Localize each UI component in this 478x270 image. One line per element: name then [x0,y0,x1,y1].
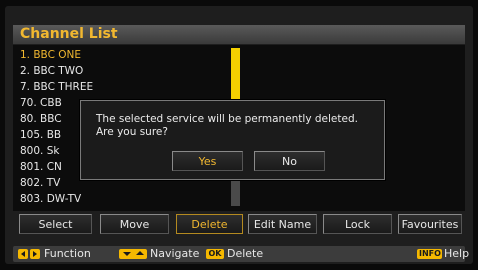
dialog-message-line: The selected service will be permanently… [96,113,358,125]
channel-item[interactable]: 70. CBB [20,97,62,110]
ok-key-icon: OK [206,249,224,259]
channel-item[interactable]: 1. BBC ONE [20,49,81,62]
select-button[interactable]: Select [19,214,92,234]
channel-item[interactable]: 7. BBC THREE [20,81,93,94]
title-bar: Channel List [13,25,465,44]
yes-button[interactable]: Yes [172,151,243,171]
page-title: Channel List [20,26,118,42]
dialog-question: Are you sure? [96,126,168,138]
dialog-message: The selected service will be permanently… [96,113,358,139]
help-bar: Function Navigate OK Delete INFO Help [13,246,469,262]
delete-confirm-dialog: The selected service will be permanently… [80,100,385,180]
help-hint: Help [444,247,470,260]
lock-button[interactable]: Lock [323,214,392,234]
move-button[interactable]: Move [100,214,169,234]
channel-item[interactable]: 803. DW-TV [20,193,81,206]
channel-item[interactable]: 800. Sk [20,145,59,158]
channel-item[interactable]: 801. CN [20,161,62,174]
channel-item[interactable]: 2. BBC TWO [20,65,83,78]
scrollbar-thumb[interactable] [231,48,240,101]
info-key-icon: INFO [417,249,442,259]
channel-item[interactable]: 105. BB [20,129,61,142]
navigate-hint: Navigate [150,247,200,260]
delete-button[interactable]: Delete [176,214,243,234]
channel-item[interactable]: 80. BBC [20,113,62,126]
function-hint: Function [44,247,91,260]
right-arrow-key-icon [30,249,40,259]
channel-item[interactable]: 802. TV [20,177,60,190]
favourites-button[interactable]: Favourites [398,214,462,234]
edit-name-button[interactable]: Edit Name [248,214,317,234]
action-bar: Select Move Delete Edit Name Lock Favour… [13,214,465,236]
left-arrow-key-icon [18,249,28,259]
no-button[interactable]: No [254,151,325,171]
up-down-arrow-key-icon [119,249,147,259]
delete-hint: Delete [227,247,264,260]
